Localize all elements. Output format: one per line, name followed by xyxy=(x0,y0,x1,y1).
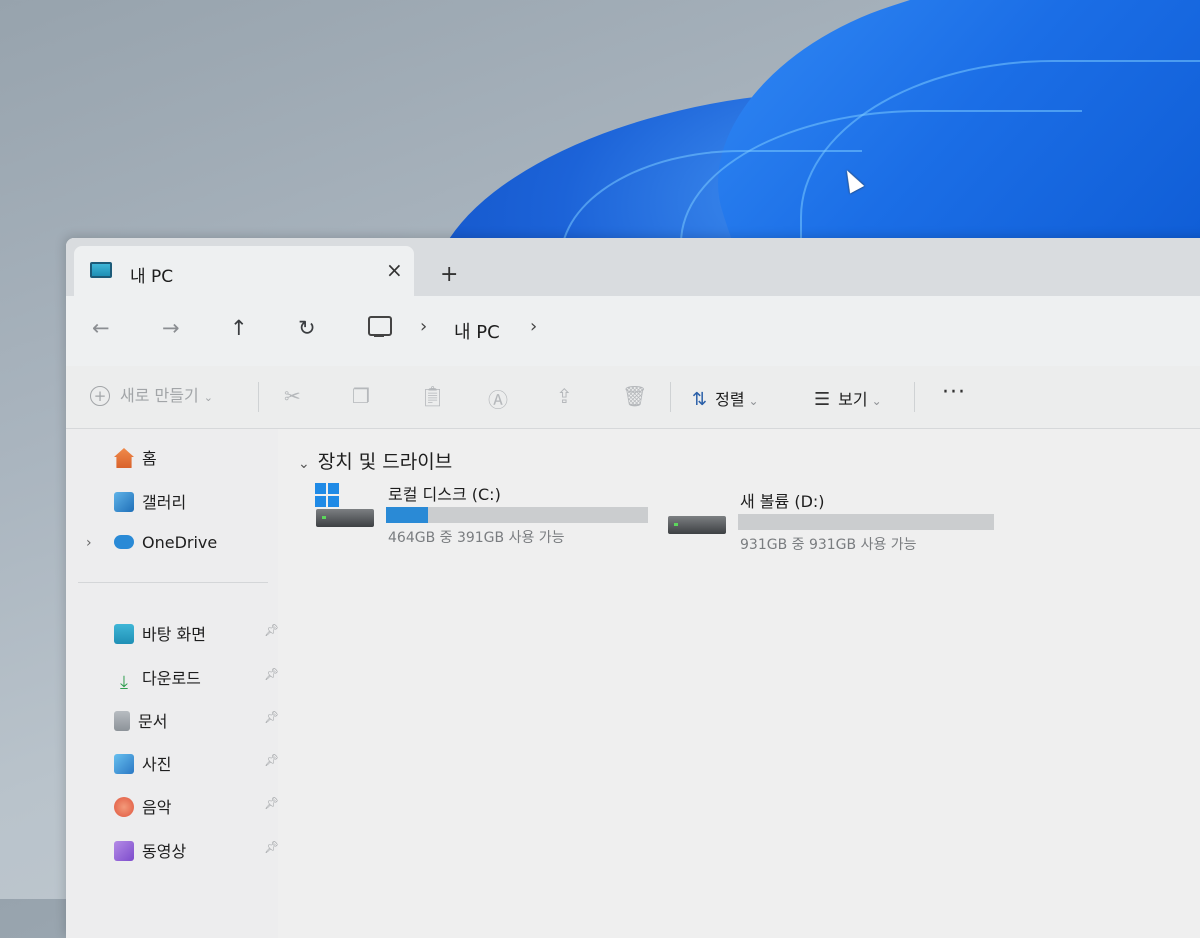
drive-name: 새 볼륨 (D:) xyxy=(740,492,825,511)
sidebar-item-videos[interactable]: 동영상 📌︎ xyxy=(114,838,279,866)
music-icon xyxy=(114,797,134,817)
sort-button[interactable]: ⇅ 정렬 ⌄ xyxy=(692,386,759,410)
drive-free-space: 464GB 중 391GB 사용 가능 xyxy=(388,530,565,546)
sidebar-item-label: 사진 xyxy=(142,755,172,774)
drive-free-space: 931GB 중 931GB 사용 가능 xyxy=(740,537,917,553)
sidebar-item-label: 문서 xyxy=(138,712,168,731)
navigation-pane: 홈 갤러리 › OneDrive 바탕 화면 📌︎ ⤓ 다운로드 📌︎ 문서 📌︎ 사진… xyxy=(66,429,279,938)
pin-icon[interactable]: 📌︎ xyxy=(264,710,279,724)
sidebar-item-pictures[interactable]: 사진 📌︎ xyxy=(114,751,279,779)
tab-this-pc[interactable]: 내 PC × xyxy=(74,246,414,296)
pin-icon[interactable]: 📌︎ xyxy=(264,796,279,810)
gallery-icon xyxy=(114,492,134,512)
back-button[interactable]: ← xyxy=(92,316,110,340)
view-button[interactable]: ☰ 보기 ⌄ xyxy=(814,386,882,410)
divider xyxy=(670,382,671,412)
sidebar-item-onedrive[interactable]: OneDrive xyxy=(114,533,217,561)
hard-drive-icon xyxy=(668,516,726,534)
pictures-icon xyxy=(114,754,134,774)
navigation-bar: ← → ↑ ↻ › 내 PC › xyxy=(66,296,1200,366)
document-icon xyxy=(114,711,130,731)
breadcrumb-this-pc[interactable]: 내 PC xyxy=(454,318,500,344)
home-icon xyxy=(114,448,134,468)
file-explorer-window: 내 PC × + ← → ↑ ↻ › 내 PC › + 새로 만들기 ⌄ ✂ ❐ … xyxy=(66,238,1200,938)
sidebar-item-label: 바탕 화면 xyxy=(142,625,206,644)
pin-icon[interactable]: 📌︎ xyxy=(264,667,279,681)
monitor-icon[interactable] xyxy=(368,316,392,337)
hard-drive-icon xyxy=(316,509,374,527)
group-header-devices[interactable]: ⌄ 장치 및 드라이브 xyxy=(298,447,452,474)
chevron-down-icon: ⌄ xyxy=(298,456,310,472)
new-button[interactable]: + 새로 만들기 ⌄ xyxy=(90,382,213,406)
delete-icon[interactable]: 🗑︎ xyxy=(622,384,647,408)
pin-icon[interactable]: 📌︎ xyxy=(264,753,279,767)
forward-button[interactable]: → xyxy=(162,316,180,340)
cut-icon[interactable]: ✂ xyxy=(284,384,301,408)
cloud-icon xyxy=(114,535,134,549)
sidebar-item-music[interactable]: 음악 📌︎ xyxy=(114,794,279,822)
sidebar-item-label: 홈 xyxy=(142,449,157,468)
pin-icon[interactable]: 📌︎ xyxy=(264,623,279,637)
sort-label: 정렬 xyxy=(715,390,745,409)
share-icon[interactable]: ⇪ xyxy=(556,384,573,408)
refresh-button[interactable]: ↻ xyxy=(298,316,316,340)
drive-usage-bar xyxy=(386,507,648,523)
sidebar-item-home[interactable]: 홈 xyxy=(114,445,157,473)
sort-icon: ⇅ xyxy=(692,389,708,410)
chevron-right-icon[interactable]: › xyxy=(86,535,92,551)
copy-icon[interactable]: ❐ xyxy=(352,384,370,408)
pin-icon[interactable]: 📌︎ xyxy=(264,840,279,854)
sidebar-item-label: 음악 xyxy=(142,798,172,817)
video-icon xyxy=(114,841,134,861)
up-button[interactable]: ↑ xyxy=(230,316,248,340)
drive-name: 로컬 디스크 (C:) xyxy=(388,485,501,504)
more-options-icon[interactable]: ··· xyxy=(942,380,966,405)
sidebar-item-desktop[interactable]: 바탕 화면 📌︎ xyxy=(114,621,279,649)
rename-icon[interactable]: Ⓐ xyxy=(488,384,508,413)
tab-bar: 내 PC × + xyxy=(66,238,1200,296)
windows-logo-icon xyxy=(315,483,339,507)
view-icon: ☰ xyxy=(814,389,831,410)
this-pc-icon xyxy=(90,262,112,278)
sidebar-item-gallery[interactable]: 갤러리 xyxy=(114,489,186,517)
drive-item-d[interactable]: 새 볼륨 (D:) 931GB 중 931GB 사용 가능 xyxy=(660,484,1010,554)
sidebar-item-documents[interactable]: 문서 📌︎ xyxy=(114,708,279,736)
view-label: 보기 xyxy=(838,390,868,409)
new-tab-button[interactable]: + xyxy=(440,262,458,287)
new-button-label: 새로 만들기 xyxy=(120,386,199,405)
desktop-icon xyxy=(114,624,134,644)
breadcrumb-chevron-icon[interactable]: › xyxy=(420,316,427,337)
plus-icon: + xyxy=(90,386,110,406)
drive-usage-bar xyxy=(738,514,994,530)
breadcrumb-chevron-icon[interactable]: › xyxy=(530,316,537,337)
close-tab-icon[interactable]: × xyxy=(386,258,403,282)
divider xyxy=(258,382,259,412)
group-title: 장치 및 드라이브 xyxy=(317,451,453,473)
sidebar-item-downloads[interactable]: ⤓ 다운로드 📌︎ xyxy=(114,665,279,693)
sidebar-item-label: 동영상 xyxy=(142,842,187,861)
sidebar-item-label: 다운로드 xyxy=(142,669,201,688)
divider xyxy=(78,582,268,583)
divider xyxy=(914,382,915,412)
content-pane: ⌄ 장치 및 드라이브 로컬 디스크 (C:) 464GB 중 391GB 사용 … xyxy=(278,429,1200,938)
tab-title: 내 PC xyxy=(130,267,174,287)
drive-usage-fill xyxy=(386,507,428,523)
download-icon: ⤓ xyxy=(120,672,128,693)
drive-item-c[interactable]: 로컬 디스크 (C:) 464GB 중 391GB 사용 가능 xyxy=(308,477,658,547)
command-bar: + 새로 만들기 ⌄ ✂ ❐ 📋︎ Ⓐ ⇪ 🗑︎ ⇅ 정렬 ⌄ ☰ 보기 ⌄ ··· xyxy=(66,366,1200,429)
sidebar-item-label: OneDrive xyxy=(142,533,218,552)
sidebar-item-label: 갤러리 xyxy=(142,493,187,512)
paste-icon[interactable]: 📋︎ xyxy=(420,384,445,408)
